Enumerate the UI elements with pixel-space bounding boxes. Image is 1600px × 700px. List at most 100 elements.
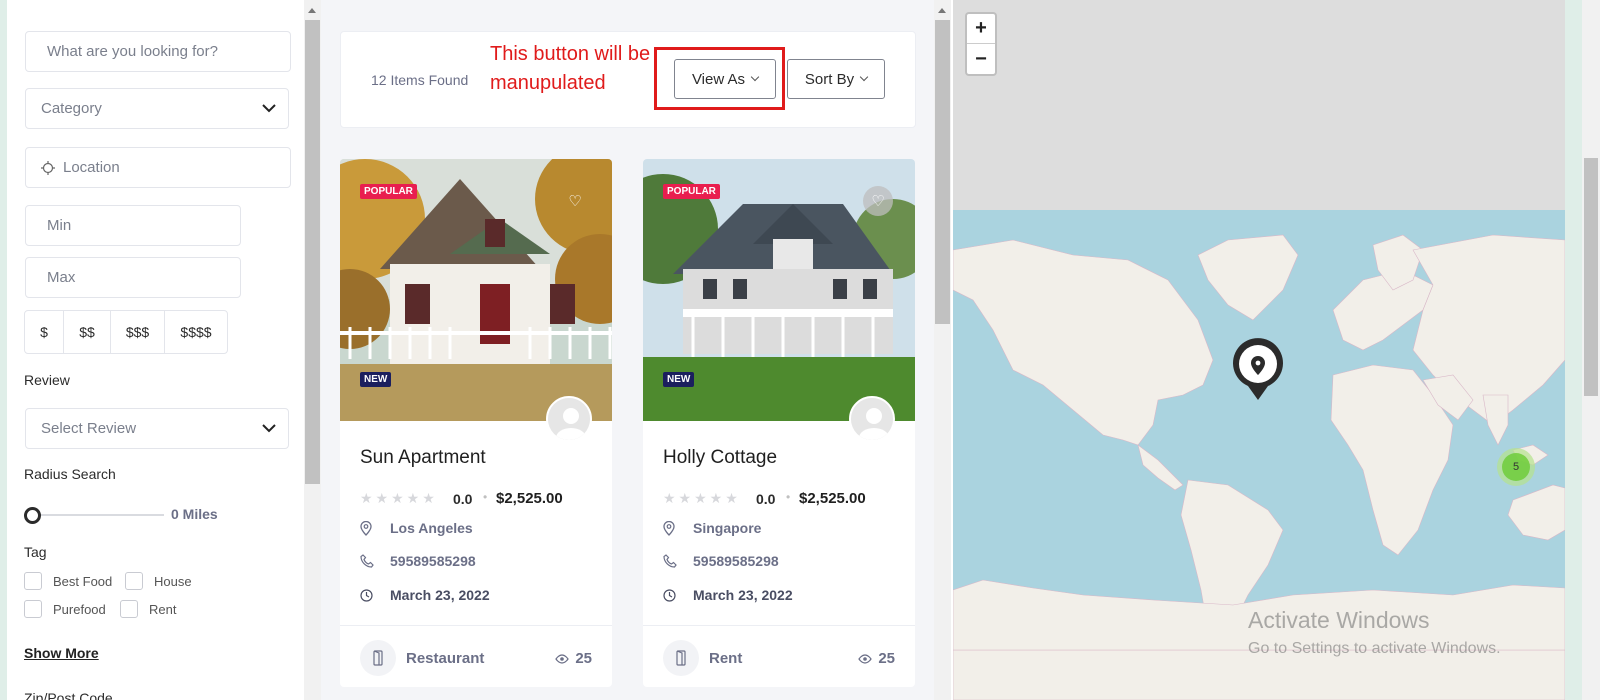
listing-scroll-thumb[interactable] <box>935 20 950 324</box>
page-right-edge <box>1565 0 1582 700</box>
user-avatar-icon <box>548 398 590 440</box>
max-price-input[interactable]: Max <box>25 257 241 298</box>
crosshair-icon <box>41 160 55 175</box>
sidebar-scrollbar[interactable] <box>304 0 321 700</box>
clock-icon <box>360 588 376 602</box>
avatar[interactable] <box>849 396 895 442</box>
new-badge: NEW <box>663 372 695 387</box>
clock-icon <box>663 588 679 602</box>
listing-card[interactable]: POPULAR NEW ♡ Holly Cottage ★★★★★ 0.0 • … <box>643 159 915 687</box>
rating-value: 0.0 <box>756 491 776 507</box>
radius-slider-track[interactable] <box>34 514 164 516</box>
listing-photo[interactable]: POPULAR NEW ♡ <box>340 159 612 421</box>
radius-slider-handle[interactable] <box>24 507 41 524</box>
star-icon: ★★★★★ <box>360 490 438 506</box>
tag-text: Rent <box>149 601 177 617</box>
listing-card[interactable]: POPULAR NEW ♡ Sun Apartment ★★★★★ 0.0 • … <box>340 159 612 687</box>
zoom-in-button[interactable]: + <box>967 14 995 44</box>
page-left-edge <box>0 0 7 700</box>
listing-price: $2,525.00 <box>799 490 866 507</box>
separator-dot: • <box>786 490 791 504</box>
radius-value: 0 Miles <box>171 506 218 522</box>
tag-text: Best Food <box>53 573 113 589</box>
separator-dot: • <box>483 490 488 504</box>
category-select[interactable]: Category <box>25 88 289 129</box>
zoom-out-button[interactable]: − <box>967 44 995 74</box>
price-level-1[interactable]: $ <box>25 311 64 353</box>
search-placeholder: What are you looking for? <box>47 43 218 60</box>
map-cluster-marker[interactable]: 5 <box>1497 448 1535 486</box>
category-link[interactable]: Rent <box>709 650 742 667</box>
windows-watermark-title: Activate Windows <box>1248 607 1430 633</box>
listing-phone[interactable]: 59589585298 <box>360 553 476 569</box>
annotation-note: This button will be manupulated <box>490 43 651 94</box>
map-marker-icon[interactable] <box>1230 338 1286 402</box>
chevron-down-icon <box>859 72 869 82</box>
sort-by-label: Sort By <box>804 70 855 88</box>
listing-title[interactable]: Sun Apartment <box>360 447 486 469</box>
listing-date: March 23, 2022 <box>663 587 793 603</box>
listing-scrollbar[interactable] <box>934 0 951 700</box>
page-scrollbar[interactable] <box>1582 0 1600 700</box>
eye-icon <box>858 653 873 664</box>
listing-location[interactable]: Singapore <box>663 520 761 536</box>
tag-checkbox-house[interactable]: House <box>125 572 192 590</box>
show-more-link[interactable]: Show More <box>24 645 99 661</box>
tag-checkbox-rent[interactable]: Rent <box>120 600 176 618</box>
phone-icon <box>360 554 376 568</box>
tag-checkbox-best-food[interactable]: Best Food <box>24 572 112 590</box>
heart-icon[interactable]: ♡ <box>863 186 893 216</box>
category-icon <box>663 640 699 676</box>
eye-icon <box>555 653 570 664</box>
tag-checkbox-purefood[interactable]: Purefood <box>24 600 106 618</box>
phone-text: 59589585298 <box>390 553 476 569</box>
checkbox[interactable] <box>125 572 143 590</box>
user-avatar-icon <box>851 398 893 440</box>
views-text: 25 <box>575 650 592 667</box>
tag-label: Tag <box>24 544 47 560</box>
view-as-button[interactable]: View As <box>674 59 776 99</box>
category-placeholder: Category <box>41 100 102 117</box>
checkbox[interactable] <box>120 600 138 618</box>
popular-badge: POPULAR <box>360 184 417 199</box>
sidebar-scroll-thumb[interactable] <box>305 20 320 484</box>
category-icon <box>360 640 396 676</box>
card-footer: Restaurant 25 <box>340 625 612 687</box>
max-placeholder: Max <box>47 269 76 286</box>
chevron-down-icon <box>262 104 276 113</box>
date-text: March 23, 2022 <box>390 587 490 603</box>
scroll-up-icon[interactable] <box>938 8 946 13</box>
price-level-4[interactable]: $$$$ <box>165 311 227 353</box>
checkbox[interactable] <box>24 600 42 618</box>
listing-phone[interactable]: 59589585298 <box>663 553 779 569</box>
chevron-down-icon <box>750 72 760 82</box>
review-select[interactable]: Select Review <box>25 408 289 449</box>
category-link[interactable]: Restaurant <box>406 650 484 667</box>
listing-location[interactable]: Los Angeles <box>360 520 473 536</box>
filter-sidebar: What are you looking for? Category Locat… <box>7 0 304 700</box>
items-found-count: 12 Items Found <box>371 72 469 88</box>
location-input[interactable]: Location <box>25 147 291 188</box>
min-price-input[interactable]: Min <box>25 205 241 246</box>
windows-watermark-subtitle: Go to Settings to activate Windows. <box>1248 640 1501 657</box>
checkbox[interactable] <box>24 572 42 590</box>
avatar[interactable] <box>546 396 592 442</box>
listing-photo[interactable]: POPULAR NEW ♡ <box>643 159 915 421</box>
scroll-up-icon[interactable] <box>308 8 316 13</box>
heart-icon[interactable]: ♡ <box>560 186 590 216</box>
map-empty-area <box>953 0 1565 210</box>
popular-badge: POPULAR <box>663 184 720 199</box>
price-level-3[interactable]: $$$ <box>111 311 165 353</box>
rating-value: 0.0 <box>453 491 473 507</box>
page-scroll-thumb[interactable] <box>1584 158 1598 396</box>
listing-date: March 23, 2022 <box>360 587 490 603</box>
listing-title[interactable]: Holly Cottage <box>663 447 777 469</box>
sort-by-button[interactable]: Sort By <box>787 59 885 99</box>
map-pin-icon <box>663 520 679 536</box>
search-input[interactable]: What are you looking for? <box>25 31 291 72</box>
listing-price: $2,525.00 <box>496 490 563 507</box>
chevron-down-icon <box>262 424 276 433</box>
zip-label: Zip/Post Code <box>24 690 113 700</box>
map-panel[interactable]: + − 5 Activate Windows Go to Settings to… <box>953 0 1565 700</box>
price-level-2[interactable]: $$ <box>64 311 111 353</box>
